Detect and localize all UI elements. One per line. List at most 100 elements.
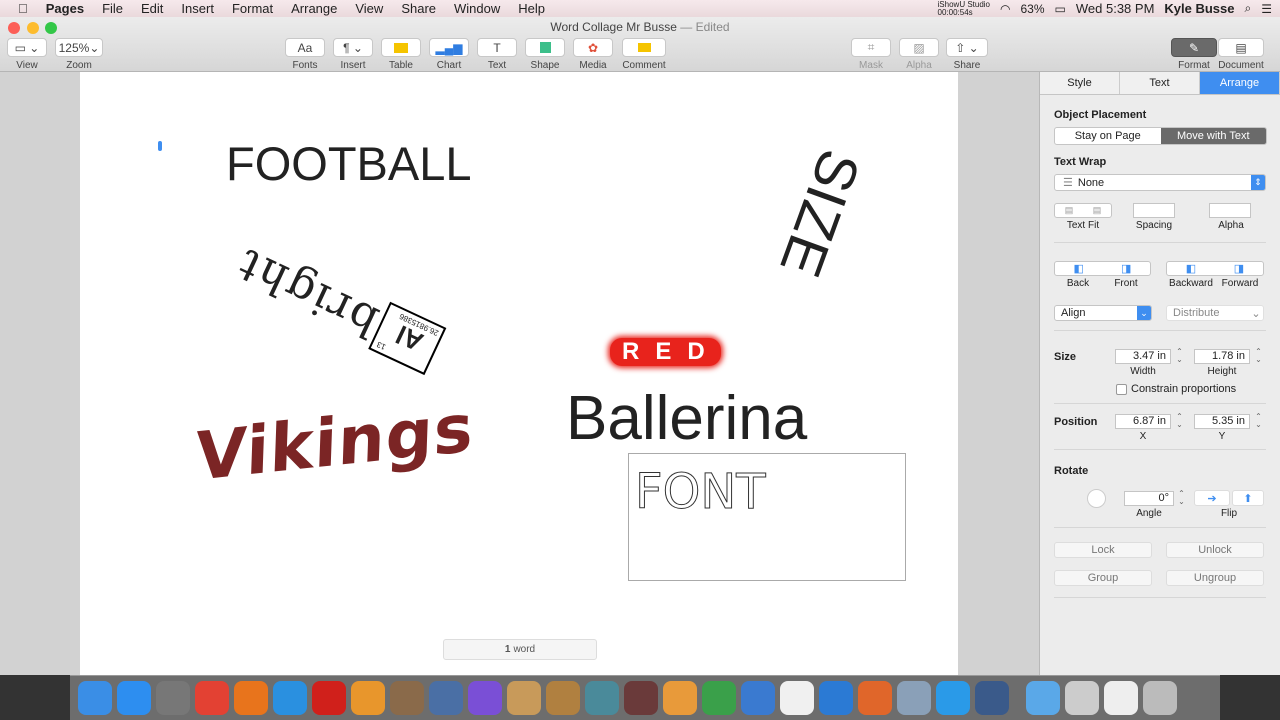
view-button[interactable]: ▭ ⌄ View [7, 38, 47, 71]
word-ballerina[interactable]: Ballerina [566, 388, 807, 450]
group-button[interactable]: Group [1054, 570, 1152, 586]
word-football[interactable]: FOOTBALL [226, 140, 472, 187]
bring-forward-button[interactable]: ◨ [1215, 262, 1263, 275]
photo-booth-dock-icon[interactable] [624, 681, 658, 715]
word-dock-icon[interactable] [819, 681, 853, 715]
media-button[interactable]: ✿ Media [573, 38, 613, 71]
word-count[interactable]: 1 word [443, 639, 597, 660]
comment-button[interactable]: Comment [622, 38, 666, 71]
share-button[interactable]: ⇧ ⌄ Share [946, 38, 988, 71]
menu-insert[interactable]: Insert [181, 1, 214, 16]
twitter-dock-icon[interactable] [936, 681, 970, 715]
x-field[interactable]: 6.87 in [1115, 414, 1171, 429]
chart-button[interactable]: ▂▄▆ Chart [429, 38, 469, 71]
mask-button[interactable]: ⌗ Mask [851, 38, 891, 71]
menu-arrange[interactable]: Arrange [291, 1, 337, 16]
angle-stepper[interactable]: ⌃ ⌄ [1177, 490, 1186, 507]
opera-dock-icon[interactable] [312, 681, 346, 715]
table-button[interactable]: Table [381, 38, 421, 71]
powerpoint-dock-icon[interactable] [858, 681, 892, 715]
recorder-status[interactable]: iShowU Studio 00:00:54s [938, 0, 990, 17]
ungroup-button[interactable]: Ungroup [1166, 570, 1264, 586]
tab-arrange[interactable]: Arrange [1200, 72, 1280, 94]
text-fit-shrink-icon[interactable]: ▤ [1083, 204, 1111, 217]
fonts-button[interactable]: Aa Fonts [285, 38, 325, 71]
send-backward-button[interactable]: ◧ [1167, 262, 1215, 275]
menu-window[interactable]: Window [454, 1, 500, 16]
width-stepper[interactable]: ⌃ ⌄ [1175, 348, 1184, 365]
flip-horizontal-button[interactable]: ➔ [1194, 490, 1230, 506]
safari-dock-icon[interactable] [273, 681, 307, 715]
spotlight-icon[interactable]: ⌕ [1245, 1, 1252, 16]
shape-button[interactable]: Shape [525, 38, 565, 71]
numbers-dock-icon[interactable] [702, 681, 736, 715]
angle-field[interactable]: 0° [1124, 491, 1174, 506]
word-albright[interactable]: Al 13 26.9815386 bright [229, 237, 447, 376]
pen-tool-dock-icon[interactable] [546, 681, 580, 715]
send-to-back-button[interactable]: ◧ [1055, 262, 1103, 275]
jhlp-dock-icon[interactable] [1065, 681, 1099, 715]
rotate-wheel[interactable] [1087, 489, 1106, 508]
wifi-icon[interactable]: ◠ [1000, 2, 1010, 16]
format-button[interactable]: ✎ Format [1171, 38, 1217, 71]
distribute-select[interactable]: Distribute ⌄ [1166, 305, 1264, 321]
constrain-proportions-checkbox[interactable] [1116, 384, 1127, 395]
alpha-button[interactable]: ▨ Alpha [899, 38, 939, 71]
chrome-dock-icon[interactable] [195, 681, 229, 715]
menu-edit[interactable]: Edit [141, 1, 163, 16]
documents-dock-icon[interactable] [1104, 681, 1138, 715]
apple-menu-icon[interactable]:  [18, 1, 28, 16]
word-red[interactable]: RED [610, 338, 721, 366]
menu-file[interactable]: File [102, 1, 123, 16]
move-with-text-button[interactable]: Move with Text [1160, 128, 1266, 144]
app-store-dock-icon[interactable] [117, 681, 151, 715]
garageband-dock-icon[interactable] [390, 681, 424, 715]
trash-dock-icon[interactable] [1143, 681, 1177, 715]
tab-text[interactable]: Text [1120, 72, 1200, 94]
itunes-dock-icon[interactable] [780, 681, 814, 715]
word-vikings[interactable]: Vikings [194, 389, 475, 496]
selected-text-box[interactable]: FONT [628, 453, 906, 581]
imovie-trailer-dock-icon[interactable] [429, 681, 463, 715]
user-name[interactable]: Kyle Busse [1164, 1, 1234, 16]
keynote-dock-icon[interactable] [741, 681, 775, 715]
insert-button[interactable]: ¶ ⌄ Insert [333, 38, 373, 71]
pages-dock-icon[interactable] [663, 681, 697, 715]
height-stepper[interactable]: ⌃ ⌄ [1254, 348, 1263, 365]
menu-app[interactable]: Pages [46, 1, 84, 16]
menu-view[interactable]: View [355, 1, 383, 16]
document-page[interactable]: FOOTBALL SIZE Al 13 26.9815386 bright Vi… [80, 72, 958, 675]
bring-to-front-button[interactable]: ◨ [1103, 262, 1151, 275]
text-button[interactable]: T Text [477, 38, 517, 71]
text-wrap-select[interactable]: ☰ None ⇕ [1054, 174, 1266, 191]
width-field[interactable]: 3.47 in [1115, 349, 1171, 364]
unlock-button[interactable]: Unlock [1166, 542, 1264, 558]
battery-percent[interactable]: 63% [1021, 2, 1045, 16]
launchpad-dock-icon[interactable] [156, 681, 190, 715]
text-fit-buttons[interactable]: ▤ ▤ [1054, 203, 1112, 218]
zoom-select[interactable]: 125% ⌄ Zoom [55, 38, 103, 71]
notification-center-icon[interactable]: ☰ [1261, 2, 1272, 16]
lock-button[interactable]: Lock [1054, 542, 1152, 558]
flip-vertical-button[interactable]: ⬆ [1232, 490, 1264, 506]
word-font[interactable]: FONT [635, 468, 767, 517]
tab-style[interactable]: Style [1040, 72, 1120, 94]
x-stepper[interactable]: ⌃ ⌄ [1175, 413, 1184, 430]
alpha-field[interactable] [1209, 203, 1251, 218]
menu-share[interactable]: Share [401, 1, 436, 16]
align-select[interactable]: Align ⌄ [1054, 305, 1152, 321]
height-field[interactable]: 1.78 in [1194, 349, 1250, 364]
clock[interactable]: Wed 5:38 PM [1076, 1, 1155, 16]
imovie-dock-icon[interactable] [468, 681, 502, 715]
text-fit-icon[interactable]: ▤ [1055, 204, 1083, 217]
stay-on-page-button[interactable]: Stay on Page [1055, 128, 1161, 144]
scratch-dock-icon[interactable] [351, 681, 385, 715]
downloads-dock-icon[interactable] [1026, 681, 1060, 715]
menu-help[interactable]: Help [518, 1, 545, 16]
quicktime-dock-icon[interactable] [975, 681, 1009, 715]
y-field[interactable]: 5.35 in [1194, 414, 1250, 429]
document-button[interactable]: ▤ Document [1218, 38, 1264, 71]
finder-dock-icon[interactable] [78, 681, 112, 715]
iphoto-dock-icon[interactable] [507, 681, 541, 715]
spacing-field[interactable] [1133, 203, 1175, 218]
